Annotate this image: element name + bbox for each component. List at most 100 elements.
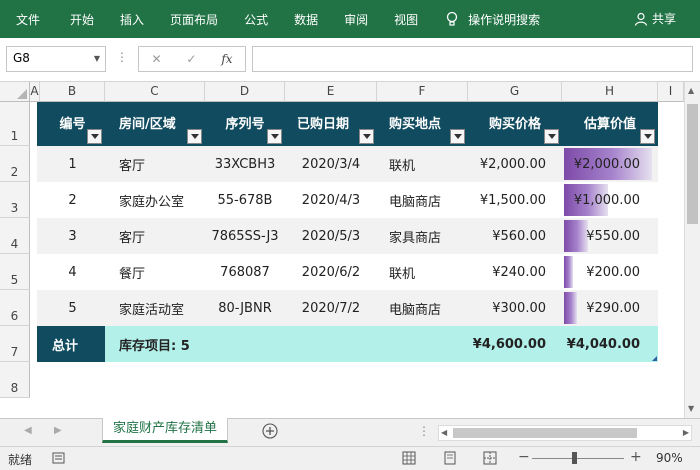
add-sheet-icon[interactable] bbox=[262, 423, 278, 442]
total-value[interactable]: ¥4,040.00 bbox=[562, 326, 658, 362]
more-icon[interactable]: ⋮ bbox=[418, 424, 430, 438]
horizontal-scrollbar[interactable]: ◀ ▶ bbox=[438, 425, 692, 441]
filter-dropdown-icon[interactable] bbox=[640, 129, 655, 144]
cell-room[interactable]: 客厅 bbox=[105, 218, 205, 254]
cell-id[interactable]: 3 bbox=[40, 218, 105, 254]
zoom-out-icon[interactable]: − bbox=[518, 449, 530, 465]
cell-id[interactable]: 1 bbox=[40, 146, 105, 182]
column-header[interactable]: E bbox=[285, 82, 377, 102]
row-header[interactable]: 7 bbox=[0, 326, 30, 362]
cell-place[interactable]: 电脑商店 bbox=[377, 182, 468, 218]
cell-value[interactable]: ¥550.00 bbox=[563, 218, 658, 254]
column-header[interactable]: G bbox=[468, 82, 562, 102]
row-header[interactable]: 5 bbox=[0, 254, 30, 290]
cell-price[interactable]: ¥240.00 bbox=[468, 254, 562, 290]
cell-price[interactable]: ¥560.00 bbox=[468, 218, 562, 254]
cell-date[interactable]: 2020/5/3 bbox=[285, 218, 377, 254]
tab-home[interactable]: 开始 bbox=[70, 11, 94, 28]
header-price[interactable]: 购买价格 bbox=[468, 102, 562, 146]
cell-id[interactable]: 5 bbox=[40, 290, 105, 326]
tab-insert[interactable]: 插入 bbox=[120, 11, 144, 28]
total-label[interactable]: 总计 bbox=[40, 326, 105, 362]
page-break-view-icon[interactable] bbox=[483, 451, 497, 468]
cell-serial[interactable]: 7865SS-J3 bbox=[205, 218, 285, 254]
header-date[interactable]: 已购日期 bbox=[285, 102, 377, 146]
header-value[interactable]: 估算价值 bbox=[562, 102, 658, 146]
vertical-scrollbar[interactable]: ▲ ▼ bbox=[684, 82, 700, 418]
column-header[interactable]: C bbox=[105, 82, 205, 102]
zoom-level[interactable]: 90% bbox=[656, 451, 683, 465]
cell-serial[interactable]: 33XCBH3 bbox=[205, 146, 285, 182]
column-header[interactable]: A bbox=[30, 82, 40, 102]
cancel-icon[interactable]: ✕ bbox=[151, 52, 161, 66]
filter-dropdown-icon[interactable] bbox=[450, 129, 465, 144]
filter-dropdown-icon[interactable] bbox=[267, 129, 282, 144]
cell-price[interactable]: ¥1,500.00 bbox=[468, 182, 562, 218]
zoom-slider-track[interactable] bbox=[532, 458, 624, 459]
prev-sheet-icon[interactable]: ◀ bbox=[24, 425, 32, 436]
row-header[interactable]: 4 bbox=[0, 218, 30, 254]
header-id[interactable]: 编号 bbox=[40, 102, 105, 146]
zoom-slider-thumb[interactable] bbox=[572, 452, 577, 464]
cell-room[interactable]: 家庭活动室 bbox=[105, 290, 205, 326]
cell-room[interactable]: 餐厅 bbox=[105, 254, 205, 290]
total-items[interactable]: 库存项目: 5 bbox=[105, 326, 305, 362]
cell-value[interactable]: ¥1,000.00 bbox=[563, 182, 658, 218]
row-header[interactable]: 1 bbox=[0, 102, 30, 146]
filter-dropdown-icon[interactable] bbox=[544, 129, 559, 144]
page-layout-view-icon[interactable] bbox=[443, 451, 457, 468]
zoom-in-icon[interactable]: + bbox=[630, 449, 642, 465]
cell-place[interactable]: 联机 bbox=[377, 254, 468, 290]
cell-date[interactable]: 2020/3/4 bbox=[285, 146, 377, 182]
cell-price[interactable]: ¥2,000.00 bbox=[468, 146, 562, 182]
column-header[interactable]: B bbox=[40, 82, 105, 102]
cell-price[interactable]: ¥300.00 bbox=[468, 290, 562, 326]
cell-value[interactable]: ¥200.00 bbox=[563, 254, 658, 290]
cell-place[interactable]: 家具商店 bbox=[377, 218, 468, 254]
formula-input[interactable] bbox=[252, 46, 693, 72]
cell-value[interactable]: ¥290.00 bbox=[563, 290, 658, 326]
enter-icon[interactable]: ✓ bbox=[186, 52, 196, 66]
function-icon[interactable]: fx bbox=[221, 52, 232, 66]
macro-record-icon[interactable] bbox=[52, 451, 66, 468]
scroll-down-icon[interactable]: ▼ bbox=[688, 404, 694, 413]
tell-me-search[interactable]: 操作说明搜索 bbox=[468, 11, 540, 28]
column-header[interactable]: I bbox=[658, 82, 684, 102]
row-header[interactable]: 3 bbox=[0, 182, 30, 218]
cell-room[interactable]: 客厅 bbox=[105, 146, 205, 182]
tab-file[interactable]: 文件 bbox=[16, 11, 40, 28]
cell-date[interactable]: 2020/6/2 bbox=[285, 254, 377, 290]
row-header[interactable]: 6 bbox=[0, 290, 30, 326]
horizontal-scroll-thumb[interactable] bbox=[453, 428, 637, 438]
scroll-left-icon[interactable]: ◀ bbox=[441, 428, 447, 437]
cell-date[interactable]: 2020/4/3 bbox=[285, 182, 377, 218]
tab-view[interactable]: 视图 bbox=[394, 11, 418, 28]
select-all-corner[interactable] bbox=[0, 82, 30, 102]
header-room[interactable]: 房间/区域 bbox=[105, 102, 205, 146]
column-header[interactable]: F bbox=[377, 82, 468, 102]
column-header[interactable]: H bbox=[562, 82, 658, 102]
filter-dropdown-icon[interactable] bbox=[87, 129, 102, 144]
table-resize-handle[interactable] bbox=[652, 356, 657, 361]
filter-dropdown-icon[interactable] bbox=[359, 129, 374, 144]
chevron-down-icon[interactable]: ▼ bbox=[94, 54, 100, 63]
cell-serial[interactable]: 80-JBNR bbox=[205, 290, 285, 326]
lightbulb-icon[interactable] bbox=[444, 11, 460, 27]
row-header[interactable]: 2 bbox=[0, 146, 30, 182]
tab-page-layout[interactable]: 页面布局 bbox=[170, 11, 218, 28]
normal-view-icon[interactable] bbox=[402, 451, 416, 468]
cell-value[interactable]: ¥2,000.00 bbox=[563, 146, 658, 182]
total-price[interactable]: ¥4,600.00 bbox=[468, 326, 562, 362]
tab-data[interactable]: 数据 bbox=[294, 11, 318, 28]
header-serial[interactable]: 序列号 bbox=[205, 102, 285, 146]
next-sheet-icon[interactable]: ▶ bbox=[54, 425, 62, 436]
tab-formulas[interactable]: 公式 bbox=[244, 11, 268, 28]
cell-place[interactable]: 电脑商店 bbox=[377, 290, 468, 326]
share-button[interactable]: 共享 bbox=[634, 10, 676, 27]
cell-place[interactable]: 联机 bbox=[377, 146, 468, 182]
name-box[interactable]: G8 ▼ bbox=[6, 46, 106, 72]
cell-id[interactable]: 2 bbox=[40, 182, 105, 218]
filter-dropdown-icon[interactable] bbox=[187, 129, 202, 144]
column-header[interactable]: D bbox=[205, 82, 285, 102]
tab-review[interactable]: 审阅 bbox=[344, 11, 368, 28]
